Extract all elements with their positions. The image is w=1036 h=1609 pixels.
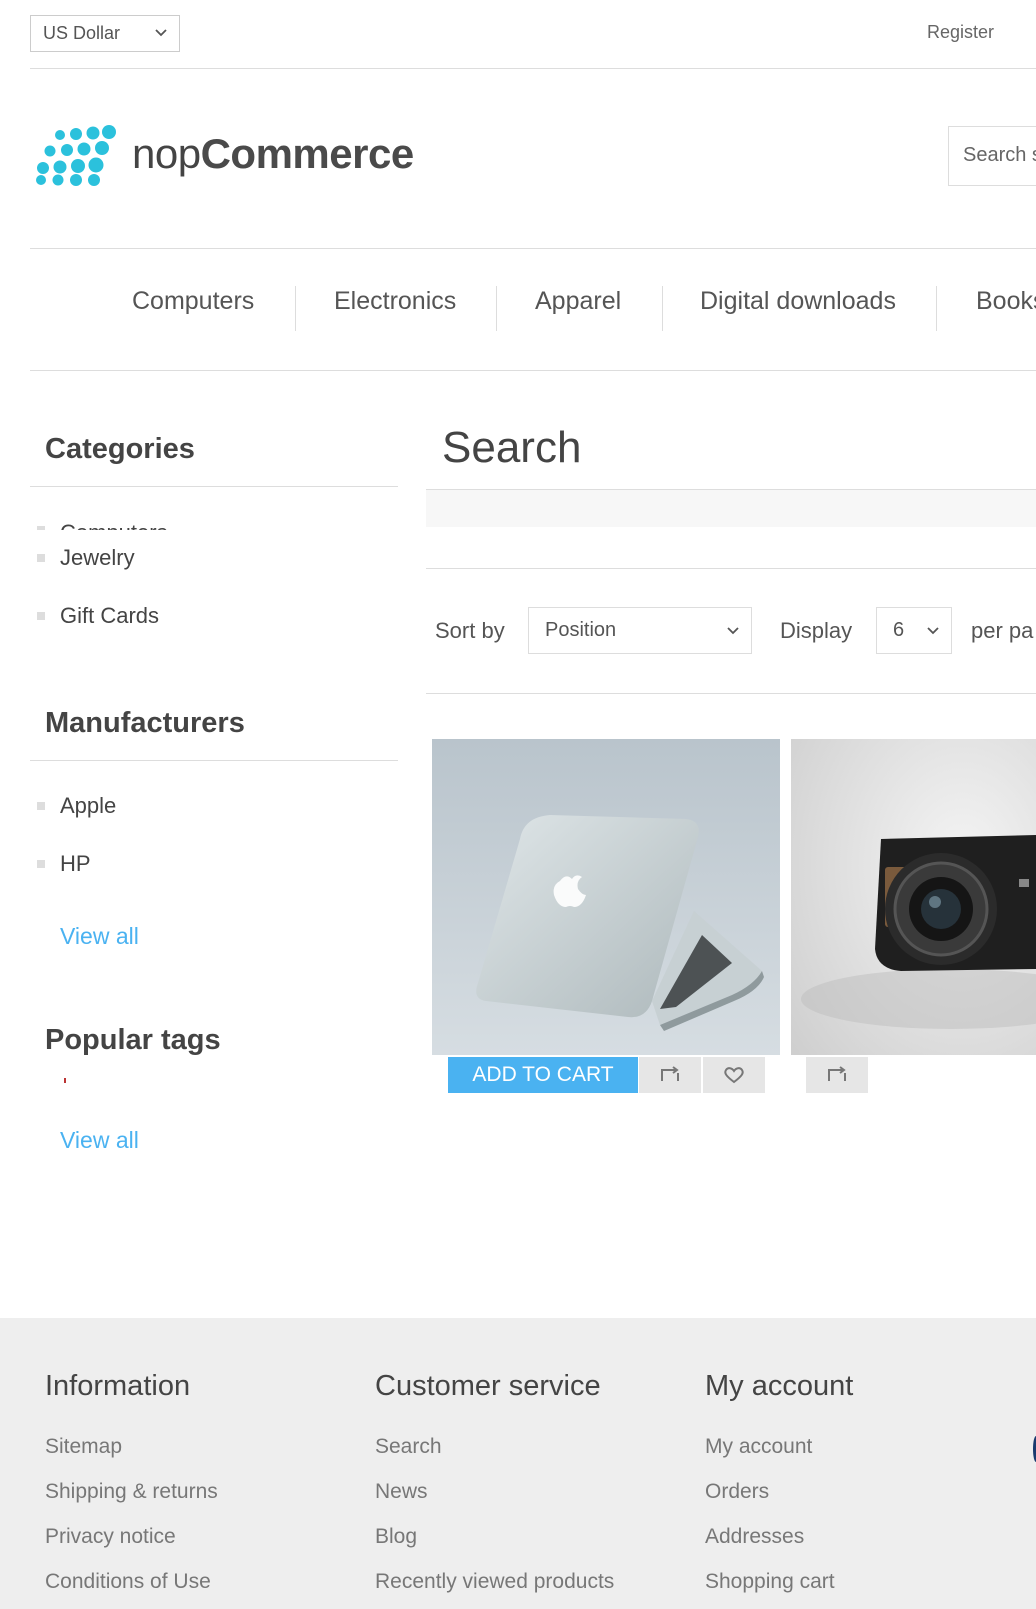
- compare-icon: [661, 1066, 679, 1081]
- header-divider: [30, 68, 1036, 69]
- sort-divider: [426, 693, 1036, 694]
- chevron-down-icon: [927, 627, 939, 635]
- footer-link-orders[interactable]: Orders: [705, 1480, 769, 1504]
- manufacturers-view-all-link[interactable]: View all: [60, 923, 139, 950]
- footer-link-shopping-cart[interactable]: Shopping cart: [705, 1570, 835, 1594]
- manufacturer-item-apple[interactable]: Apple: [60, 793, 116, 819]
- footer-link-search[interactable]: Search: [375, 1435, 442, 1459]
- page-size-select[interactable]: 6: [876, 607, 952, 654]
- footer-link-shipping-returns[interactable]: Shipping & returns: [45, 1480, 218, 1504]
- add-to-compare-button[interactable]: [639, 1057, 701, 1093]
- sort-by-value: Position: [545, 619, 617, 641]
- menu-separator: [295, 286, 296, 331]
- menu-item-computers[interactable]: Computers: [132, 287, 254, 316]
- menu-item-digital-downloads[interactable]: Digital downloads: [700, 287, 896, 316]
- categories-title: Categories: [45, 433, 195, 465]
- add-to-compare-button[interactable]: [806, 1057, 868, 1093]
- search-panel: [426, 490, 1036, 527]
- chevron-down-icon: [727, 627, 739, 635]
- categories-divider: [30, 486, 398, 487]
- manufacturer-item-hp[interactable]: HP: [60, 851, 91, 877]
- footer: Information Sitemap Shipping & returns P…: [0, 1318, 1036, 1609]
- compare-icon: [828, 1066, 846, 1081]
- footer-link-recently-viewed[interactable]: Recently viewed products: [375, 1570, 614, 1594]
- currency-select[interactable]: US Dollar: [30, 15, 180, 52]
- footer-link-conditions-of-use[interactable]: Conditions of Use: [45, 1570, 211, 1594]
- footer-my-account-title: My account: [705, 1370, 854, 1402]
- bullet-icon: [37, 802, 45, 810]
- footer-link-my-account[interactable]: My account: [705, 1435, 812, 1459]
- tags-view-all-link[interactable]: View all: [60, 1127, 139, 1154]
- menu-separator: [662, 286, 663, 331]
- bullet-icon: [37, 526, 45, 530]
- search-placeholder: Search s: [963, 144, 1036, 166]
- top-menu: Computers Electronics Apparel Digital do…: [30, 250, 1036, 370]
- menu-divider: [30, 370, 1036, 371]
- manufacturers-divider: [30, 760, 398, 761]
- heart-icon: [724, 1067, 744, 1084]
- logo-divider: [30, 248, 1036, 249]
- currency-value: US Dollar: [43, 23, 121, 43]
- menu-separator: [936, 286, 937, 331]
- tag-fragment: [64, 1078, 66, 1083]
- bullet-icon: [37, 554, 45, 562]
- product-image-camera[interactable]: [791, 739, 1036, 1055]
- sort-by-label: Sort by: [435, 618, 505, 643]
- menu-item-apparel[interactable]: Apparel: [535, 287, 621, 316]
- product-image-laptop[interactable]: [432, 739, 780, 1055]
- display-label: Display: [780, 618, 853, 643]
- page-title: Search: [442, 423, 582, 472]
- add-to-wishlist-button[interactable]: [703, 1057, 765, 1093]
- menu-item-electronics[interactable]: Electronics: [334, 287, 456, 316]
- per-page-label: per pa: [971, 618, 1034, 643]
- search-panel-divider: [426, 568, 1036, 569]
- footer-link-privacy-notice[interactable]: Privacy notice: [45, 1525, 176, 1549]
- menu-separator: [496, 286, 497, 331]
- footer-information-title: Information: [45, 1370, 191, 1402]
- bullet-icon: [37, 612, 45, 620]
- popular-tags-title-wrap: Popular tags: [45, 1024, 221, 1060]
- footer-link-addresses[interactable]: Addresses: [705, 1525, 804, 1549]
- bullet-icon: [37, 860, 45, 868]
- category-item-partial[interactable]: Computers: [30, 516, 398, 530]
- manufacturers-title: Manufacturers: [45, 707, 245, 739]
- footer-link-sitemap[interactable]: Sitemap: [45, 1435, 122, 1459]
- add-to-cart-button[interactable]: ADD TO CART: [448, 1057, 638, 1093]
- menu-item-books[interactable]: Books: [976, 287, 1036, 316]
- logo-dots-icon: [36, 125, 116, 186]
- register-link[interactable]: Register: [927, 22, 994, 43]
- page-size-value: 6: [893, 619, 905, 641]
- popular-tags-title: Popular tags: [45, 1024, 221, 1056]
- footer-customer-service-title: Customer service: [375, 1370, 601, 1402]
- logo-brand: Commerce: [200, 130, 415, 177]
- category-item-gift-cards[interactable]: Gift Cards: [60, 603, 159, 629]
- category-item-jewelry[interactable]: Jewelry: [60, 545, 135, 571]
- sort-by-select[interactable]: Position: [528, 607, 752, 654]
- search-input[interactable]: Search s: [948, 126, 1036, 186]
- logo-prefix: nop: [132, 130, 201, 177]
- category-label: Computers: [60, 520, 168, 530]
- logo-wordmark[interactable]: nopCommerce: [132, 130, 414, 178]
- footer-link-blog[interactable]: Blog: [375, 1525, 417, 1549]
- footer-link-news[interactable]: News: [375, 1480, 428, 1504]
- chevron-down-icon: [155, 29, 167, 37]
